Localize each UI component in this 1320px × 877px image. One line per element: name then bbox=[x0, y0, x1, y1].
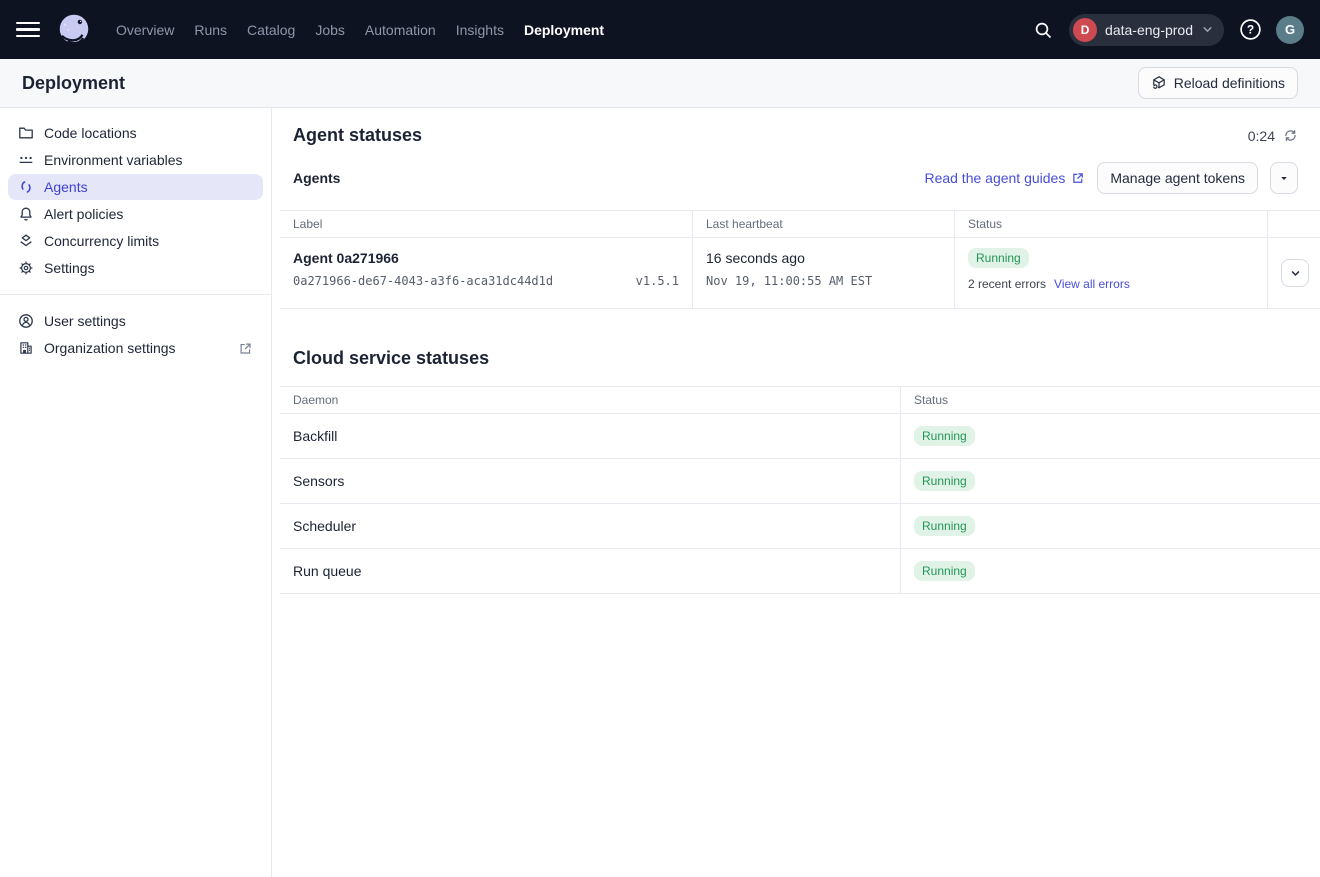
reload-definitions-button[interactable]: Reload definitions bbox=[1138, 67, 1298, 99]
primary-nav: Overview Runs Catalog Jobs Automation In… bbox=[113, 16, 607, 44]
cloud-service-statuses-title: Cloud service statuses bbox=[293, 348, 1298, 369]
nav-deployment[interactable]: Deployment bbox=[521, 16, 607, 44]
daemon-name: Scheduler bbox=[280, 504, 900, 548]
agent-actions-dropdown-button[interactable] bbox=[1270, 162, 1298, 194]
status-badge: Running bbox=[914, 426, 975, 446]
column-header-status: Status bbox=[954, 211, 1267, 237]
chevron-down-icon bbox=[1289, 267, 1302, 280]
agent-label-cell: Agent 0a271966 0a271966-de67-4043-a3f6-a… bbox=[280, 238, 692, 308]
status-badge: Running bbox=[968, 248, 1029, 268]
bell-icon bbox=[18, 206, 34, 222]
status-badge: Running bbox=[914, 561, 975, 581]
sidebar-item-agents[interactable]: Agents bbox=[8, 174, 263, 200]
agent-guides-link[interactable]: Read the agent guides bbox=[924, 170, 1085, 186]
manage-agent-tokens-button[interactable]: Manage agent tokens bbox=[1097, 162, 1258, 194]
sidebar-divider bbox=[0, 294, 271, 295]
sidebar-item-code-locations[interactable]: Code locations bbox=[8, 120, 263, 146]
agent-table-row: Agent 0a271966 0a271966-de67-4043-a3f6-a… bbox=[280, 238, 1320, 309]
agents-page-content: Agent statuses 0:24 Agents Read the agen… bbox=[272, 108, 1320, 877]
refresh-icon[interactable] bbox=[1283, 128, 1298, 143]
nav-catalog[interactable]: Catalog bbox=[244, 16, 298, 44]
column-header-last-heartbeat: Last heartbeat bbox=[692, 211, 954, 237]
agent-statuses-title: Agent statuses bbox=[293, 125, 422, 146]
daemon-name: Backfill bbox=[280, 414, 900, 458]
agent-icon bbox=[18, 179, 34, 195]
daemon-status-cell: Running bbox=[900, 504, 1320, 548]
sidebar-item-settings[interactable]: Settings bbox=[8, 255, 263, 281]
page-header: Deployment Reload definitions bbox=[0, 59, 1320, 108]
building-icon bbox=[18, 340, 34, 356]
view-all-errors-link[interactable]: View all errors bbox=[1054, 277, 1130, 291]
agent-row-actions-cell bbox=[1267, 238, 1320, 308]
reload-definitions-icon bbox=[1151, 75, 1167, 91]
external-link-icon bbox=[1071, 171, 1085, 185]
chevron-down-icon bbox=[1201, 23, 1214, 36]
user-icon bbox=[18, 313, 34, 329]
cloud-table-header: Daemon Status bbox=[280, 386, 1320, 414]
daemon-row-sensors: Sensors Running bbox=[280, 459, 1320, 504]
status-badge: Running bbox=[914, 516, 975, 536]
daemon-row-run-queue: Run queue Running bbox=[280, 549, 1320, 594]
agents-table-header: Label Last heartbeat Status bbox=[280, 210, 1320, 238]
agents-subtitle: Agents bbox=[293, 170, 340, 186]
gear-icon bbox=[18, 260, 34, 276]
daemon-status-cell: Running bbox=[900, 414, 1320, 458]
agent-heartbeat-cell: 16 seconds ago Nov 19, 11:00:55 AM EST bbox=[692, 238, 954, 308]
refresh-countdown: 0:24 bbox=[1248, 128, 1298, 144]
deployment-switcher[interactable]: D data-eng-prod bbox=[1069, 14, 1224, 46]
agent-name: Agent 0a271966 bbox=[293, 250, 679, 266]
heartbeat-relative: 16 seconds ago bbox=[706, 250, 941, 266]
top-navigation-bar: Overview Runs Catalog Jobs Automation In… bbox=[0, 0, 1320, 59]
heartbeat-timestamp: Nov 19, 11:00:55 AM EST bbox=[706, 274, 941, 288]
cloud-services-table: Daemon Status Backfill Running Sensors R… bbox=[280, 386, 1320, 594]
deployment-name: data-eng-prod bbox=[1105, 22, 1193, 38]
dagster-logo-icon[interactable] bbox=[55, 11, 93, 49]
agent-version: v1.5.1 bbox=[636, 274, 679, 288]
layers-icon bbox=[18, 233, 34, 249]
column-header-status: Status bbox=[900, 387, 1320, 413]
folder-icon bbox=[18, 125, 34, 141]
external-link-icon bbox=[238, 341, 253, 356]
agent-row-expand-button[interactable] bbox=[1281, 259, 1309, 287]
daemon-row-scheduler: Scheduler Running bbox=[280, 504, 1320, 549]
help-icon[interactable]: ? bbox=[1237, 17, 1263, 43]
column-header-label: Label bbox=[280, 211, 692, 237]
page-title: Deployment bbox=[22, 73, 125, 94]
deployment-sidebar: Code locations Environment variables Age… bbox=[0, 108, 272, 877]
daemon-row-backfill: Backfill Running bbox=[280, 414, 1320, 459]
sidebar-item-environment-variables[interactable]: Environment variables bbox=[8, 147, 263, 173]
svg-text:?: ? bbox=[1246, 23, 1253, 37]
daemon-name: Sensors bbox=[280, 459, 900, 503]
countdown-value: 0:24 bbox=[1248, 128, 1275, 144]
variables-icon bbox=[18, 152, 34, 168]
daemon-status-cell: Running bbox=[900, 549, 1320, 593]
nav-overview[interactable]: Overview bbox=[113, 16, 177, 44]
daemon-status-cell: Running bbox=[900, 459, 1320, 503]
agent-id: 0a271966-de67-4043-a3f6-aca31dc44d1d bbox=[293, 274, 553, 288]
nav-automation[interactable]: Automation bbox=[362, 16, 439, 44]
nav-runs[interactable]: Runs bbox=[191, 16, 230, 44]
sidebar-item-alert-policies[interactable]: Alert policies bbox=[8, 201, 263, 227]
deployment-initial-badge: D bbox=[1073, 18, 1097, 42]
caret-down-icon bbox=[1278, 172, 1290, 184]
column-header-daemon: Daemon bbox=[280, 387, 900, 413]
search-icon[interactable] bbox=[1030, 17, 1056, 43]
nav-jobs[interactable]: Jobs bbox=[312, 16, 348, 44]
recent-errors-text: 2 recent errors bbox=[968, 277, 1046, 291]
daemon-name: Run queue bbox=[280, 549, 900, 593]
sidebar-item-user-settings[interactable]: User settings bbox=[8, 308, 263, 334]
agents-table: Label Last heartbeat Status Agent 0a2719… bbox=[280, 210, 1320, 309]
sidebar-item-organization-settings[interactable]: Organization settings bbox=[8, 335, 263, 361]
status-badge: Running bbox=[914, 471, 975, 491]
hamburger-menu-icon[interactable] bbox=[16, 17, 42, 43]
sidebar-item-concurrency-limits[interactable]: Concurrency limits bbox=[8, 228, 263, 254]
nav-insights[interactable]: Insights bbox=[453, 16, 507, 44]
user-avatar[interactable]: G bbox=[1276, 16, 1304, 44]
agent-status-cell: Running 2 recent errors View all errors bbox=[954, 238, 1267, 308]
column-header-actions bbox=[1267, 211, 1320, 237]
